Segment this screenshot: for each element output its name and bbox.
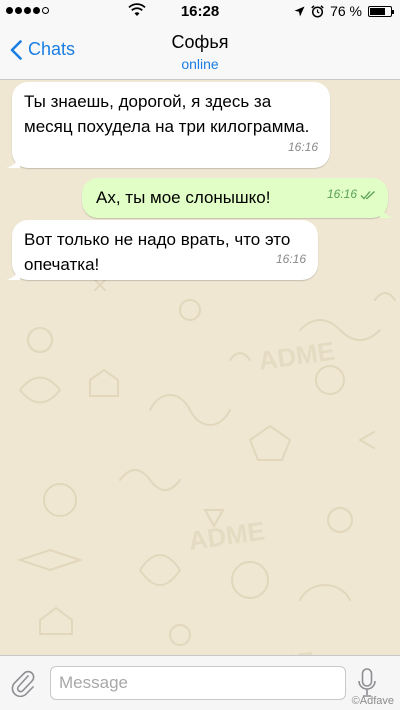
- svg-text:ADME: ADME: [237, 646, 317, 655]
- message-text: Вот только не надо врать, что это опечат…: [24, 230, 291, 274]
- incoming-message[interactable]: Вот только не надо врать, что это опечат…: [6, 220, 318, 280]
- message-time: 16:16: [275, 252, 306, 266]
- bubble-tail: [380, 204, 394, 218]
- message-meta: 16:16: [276, 247, 306, 272]
- battery-level: [370, 7, 386, 15]
- svg-text:ADME: ADME: [257, 336, 337, 376]
- read-checkmarks-icon: [360, 190, 375, 199]
- paperclip-icon[interactable]: [10, 669, 36, 697]
- incoming-message[interactable]: Ты знаешь, дорогой, я здесь за месяц пох…: [6, 82, 330, 168]
- bubble-tail: [6, 154, 20, 168]
- message-meta: 16:16: [327, 182, 376, 207]
- message-time: 16:16: [326, 187, 357, 201]
- message-text: Ты знаешь, дорогой, я здесь за месяц пох…: [24, 92, 310, 136]
- chat-screen: 16:28 76 % Chats Софья online ADME ADME …: [0, 0, 400, 710]
- status-bar: 16:28 76 %: [0, 0, 400, 24]
- contact-name[interactable]: Софья: [0, 32, 400, 53]
- message-meta: 16:16: [288, 135, 318, 160]
- outgoing-message[interactable]: Ах, ты мое слонышко! 16:16: [82, 178, 394, 218]
- microphone-icon[interactable]: [358, 668, 376, 698]
- input-bar: ©Adfave: [0, 655, 400, 710]
- alarm-clock-icon: [311, 4, 324, 18]
- contact-status: online: [181, 56, 219, 72]
- message-input[interactable]: [50, 666, 346, 700]
- battery-percent: 76 %: [330, 3, 362, 19]
- battery-icon: [368, 5, 394, 17]
- message-list[interactable]: ADME ADME ADME Ты знаешь, дорогой, я зде…: [0, 80, 400, 655]
- watermark: ©Adfave: [351, 695, 394, 707]
- status-right: 76 %: [294, 3, 394, 19]
- message-time: 16:16: [287, 140, 318, 154]
- location-arrow-icon: [294, 6, 305, 16]
- navigation-bar: Chats Софья online: [0, 24, 400, 80]
- bubble-tail: [6, 266, 20, 280]
- svg-text:ADME: ADME: [187, 516, 267, 556]
